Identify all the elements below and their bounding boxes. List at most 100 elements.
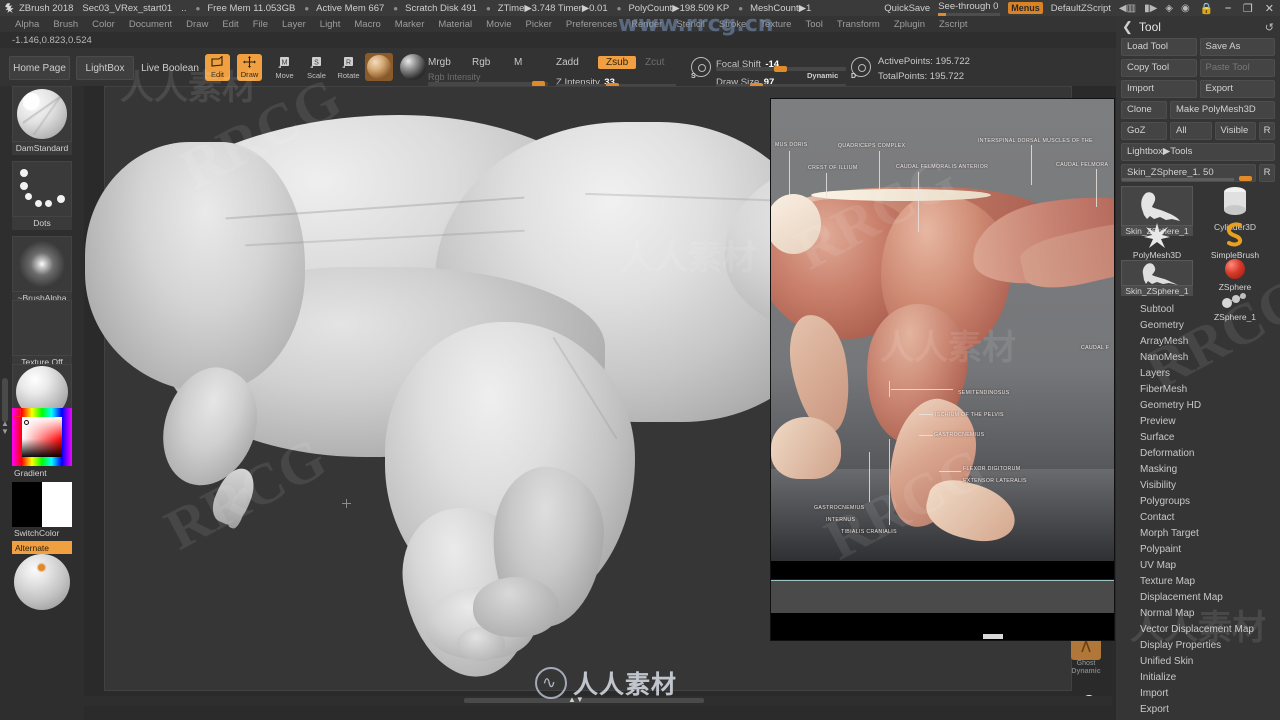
copy-tool-button[interactable]: Copy Tool: [1121, 59, 1197, 77]
section-import[interactable]: Import: [1116, 686, 1280, 702]
color-wheel-icon[interactable]: [12, 408, 72, 466]
reference-image-window[interactable]: MUS DORIS QUADRICEPS COMPLEX INTERSPINAL…: [770, 98, 1115, 641]
alpha-selector[interactable]: ~BrushAlpha: [12, 236, 72, 305]
section-layers[interactable]: Layers: [1116, 366, 1280, 382]
close-icon[interactable]: ✕: [1263, 2, 1276, 15]
home-page-button[interactable]: Home Page: [9, 56, 70, 80]
goz-button[interactable]: GoZ: [1121, 122, 1167, 140]
section-surface[interactable]: Surface: [1116, 430, 1280, 446]
texture-selector[interactable]: Texture Off: [12, 300, 72, 369]
section-visibility[interactable]: Visibility: [1116, 478, 1280, 494]
menu-item-draw[interactable]: Draw: [179, 19, 215, 30]
menu-item-material[interactable]: Material: [431, 19, 479, 30]
zscript-label[interactable]: DefaultZScript: [1051, 3, 1111, 14]
primary-color-swatch[interactable]: [12, 482, 42, 527]
section-vector-displacement-map[interactable]: Vector Displacement Map: [1116, 622, 1280, 638]
scale-button[interactable]: S Scale: [305, 54, 328, 81]
save-as-button[interactable]: Save As: [1199, 38, 1275, 56]
see-through-slider[interactable]: See-through 0: [938, 1, 1001, 16]
section-deformation[interactable]: Deformation: [1116, 446, 1280, 462]
star-icon[interactable]: [1121, 222, 1193, 250]
cylinder-icon[interactable]: [1199, 182, 1271, 222]
brush-selector[interactable]: DamStandard: [12, 86, 72, 155]
color-swatches[interactable]: [12, 482, 72, 527]
scrollbar-chevron-icon[interactable]: ▲▼: [568, 695, 584, 704]
goz-visible-button[interactable]: Visible: [1214, 122, 1256, 140]
scrollbar-track[interactable]: [464, 698, 704, 703]
section-arraymesh[interactable]: ArrayMesh: [1116, 334, 1280, 350]
edit-button[interactable]: Edit: [205, 54, 230, 81]
menu-item-marker[interactable]: Marker: [388, 19, 432, 30]
zsphere-icon[interactable]: [1199, 256, 1271, 282]
menu-item-picker[interactable]: Picker: [519, 19, 559, 30]
menu-item-texture[interactable]: Texture: [753, 19, 798, 30]
menus-button[interactable]: Menus: [1008, 2, 1043, 14]
menu-item-alpha[interactable]: Alpha: [8, 19, 46, 30]
scroll-up-icon[interactable]: ▲: [1, 420, 9, 428]
tool-item-zsphere[interactable]: ZSphere: [1199, 256, 1271, 292]
menu-item-color[interactable]: Color: [85, 19, 122, 30]
chevron-left-icon[interactable]: ❮: [1122, 19, 1133, 35]
refresh-icon[interactable]: ↺: [1265, 21, 1274, 34]
zsub-button[interactable]: Zsub: [598, 56, 637, 69]
tool-item-skin-zsphere-1b[interactable]: Skin_ZSphere_1: [1121, 260, 1193, 296]
draw-button[interactable]: Draw: [237, 54, 262, 81]
section-contact[interactable]: Contact: [1116, 510, 1280, 526]
material-picker-button[interactable]: [400, 54, 426, 80]
minimize-icon[interactable]: ⎯: [1223, 2, 1233, 15]
menu-item-preferences[interactable]: Preferences: [559, 19, 624, 30]
secondary-color-swatch[interactable]: [42, 482, 72, 527]
dinosaur-icon[interactable]: [1121, 186, 1193, 226]
menu-item-layer[interactable]: Layer: [275, 19, 313, 30]
canvas-horizontal-scrollbar[interactable]: ▲▼: [84, 695, 1112, 706]
quicksave-button[interactable]: QuickSave: [884, 3, 930, 14]
section-fibermesh[interactable]: FiberMesh: [1116, 382, 1280, 398]
lock-icon[interactable]: 🔒: [1198, 2, 1216, 15]
maximize-icon[interactable]: ❐: [1241, 2, 1255, 15]
section-unified-skin[interactable]: Unified Skin: [1116, 654, 1280, 670]
menu-item-movie[interactable]: Movie: [479, 19, 518, 30]
menu-item-stroke[interactable]: Stroke: [712, 19, 753, 30]
section-morph-target[interactable]: Morph Target: [1116, 526, 1280, 542]
zadd-button[interactable]: Zadd: [556, 57, 579, 68]
section-subtool[interactable]: Subtool: [1116, 302, 1280, 318]
lightbox-button[interactable]: LightBox: [76, 56, 134, 80]
section-geometry-hd[interactable]: Geometry HD: [1116, 398, 1280, 414]
color-picker[interactable]: [12, 408, 72, 466]
tool-item-polymesh3d[interactable]: PolyMesh3D: [1121, 222, 1193, 260]
current-tool-slider[interactable]: Skin_ZSphere_1. 50: [1121, 164, 1256, 182]
m-button[interactable]: M: [514, 57, 522, 68]
menu-item-stencil[interactable]: Stencil: [669, 19, 712, 30]
scroll-right-icon[interactable]: ▮▶: [1144, 3, 1157, 14]
menu-item-document[interactable]: Document: [122, 19, 179, 30]
alternate-button[interactable]: Alternate: [12, 541, 72, 554]
menu-item-zplugin[interactable]: Zplugin: [887, 19, 932, 30]
zcut-button[interactable]: Zcut: [645, 57, 664, 68]
simplebrush-icon[interactable]: [1199, 220, 1271, 250]
stroke-selector[interactable]: Dots: [12, 161, 72, 230]
section-nanomesh[interactable]: NanoMesh: [1116, 350, 1280, 366]
section-uv-map[interactable]: UV Map: [1116, 558, 1280, 574]
section-display-properties[interactable]: Display Properties: [1116, 638, 1280, 654]
popup-icon[interactable]: ◈: [1165, 3, 1173, 14]
alpha-thumbnail[interactable]: [12, 236, 72, 292]
rgb-button[interactable]: Rgb: [472, 57, 490, 68]
section-polygroups[interactable]: Polygroups: [1116, 494, 1280, 510]
lightbox-tools-button[interactable]: Lightbox▶Tools: [1121, 143, 1275, 161]
gradient-label[interactable]: Gradient: [12, 467, 72, 480]
goz-r-button[interactable]: R: [1259, 122, 1275, 140]
rotate-button[interactable]: R Rotate: [337, 54, 360, 81]
menu-item-macro[interactable]: Macro: [347, 19, 387, 30]
restore-down-icon[interactable]: ◉: [1181, 3, 1190, 14]
reference-handle[interactable]: [983, 634, 1003, 639]
section-normal-map[interactable]: Normal Map: [1116, 606, 1280, 622]
menu-item-render[interactable]: Render: [624, 19, 669, 30]
live-boolean-button[interactable]: Live Boolean: [138, 56, 202, 80]
export-button[interactable]: Export: [1199, 80, 1275, 98]
section-preview[interactable]: Preview: [1116, 414, 1280, 430]
mrgb-button[interactable]: Mrgb: [428, 57, 451, 68]
menu-item-transform[interactable]: Transform: [830, 19, 887, 30]
tool-item-simplebrush[interactable]: SimpleBrush: [1199, 220, 1271, 260]
menu-item-tool[interactable]: Tool: [798, 19, 829, 30]
scroll-left-icon[interactable]: ◀▥: [1119, 3, 1136, 14]
